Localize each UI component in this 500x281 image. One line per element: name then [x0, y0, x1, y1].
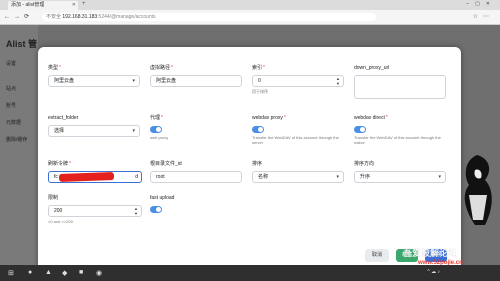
taskbar-app-icon[interactable]: ●: [28, 269, 32, 276]
stepper-icon[interactable]: ▲ ▼: [134, 206, 138, 216]
close-tab-icon[interactable]: ✕: [72, 1, 76, 10]
url-field[interactable]: 不安全 192.168.31.183:5244/@manage/accounts: [42, 13, 376, 21]
extract-folder-field: extract_folder 选择 ▾: [48, 115, 140, 137]
index-help: 用于排序: [252, 89, 268, 94]
order-by-label: 排序: [252, 161, 263, 167]
webdav-proxy-field: webdav proxy* Transfer the WebDAV of thi…: [252, 115, 344, 145]
refresh-token-label: 刷新令牌*: [48, 161, 71, 167]
system-tray-icons[interactable]: ^ ☁ ♪: [427, 269, 440, 275]
sidebar-item-cache[interactable]: 删除/缓存: [6, 136, 27, 143]
sidebar-item-metas[interactable]: 元数据: [6, 119, 21, 126]
order-by-select[interactable]: 名称 ▾: [252, 171, 344, 183]
redaction-mark: [58, 172, 115, 182]
virtual-path-field: 虚拟路径* 阿里云盘: [150, 65, 242, 87]
root-folder-field: 根目录文件_id root: [150, 161, 242, 183]
app-brand: Alist 管: [6, 39, 38, 49]
app-background: Alist 管 设置 站点 账号 元数据 删除/缓存 类型* 阿里云盘 ▾ 虚拟路…: [0, 25, 500, 271]
limit-help: >0 and <=200: [48, 219, 73, 224]
webdav-direct-field: webdav direct* Transfer the WebDAV of th…: [354, 115, 446, 145]
type-select[interactable]: 阿里云盘 ▾: [48, 75, 140, 87]
window-controls[interactable]: –▢✕: [466, 1, 496, 7]
webdav-proxy-label: webdav proxy*: [252, 115, 286, 121]
proxy-help: web proxy: [150, 135, 169, 140]
stepper-icon[interactable]: ▲ ▼: [336, 76, 340, 86]
refresh-token-input[interactable]: fc d: [48, 171, 142, 183]
fast-upload-field: fast upload: [150, 195, 242, 213]
extract-folder-label: extract_folder: [48, 115, 79, 121]
webdav-proxy-toggle[interactable]: [252, 126, 264, 133]
browser-toolbar-icons[interactable]: ☆⋯: [473, 13, 494, 20]
type-label: 类型*: [48, 65, 61, 71]
limit-field: 限制 200 ▲ ▼ >0 and <=200: [48, 195, 142, 224]
webdav-direct-label: webdav direct*: [354, 115, 388, 121]
browser-tab[interactable]: 添加 - alist管理 ✕: [8, 1, 78, 10]
start-icon[interactable]: ⊞: [8, 269, 14, 277]
proxy-field: 代理* web proxy: [150, 115, 242, 140]
virtual-path-label: 虚拟路径*: [150, 65, 173, 71]
browser-tabbar: 添加 - alist管理 ✕ + –▢✕: [0, 0, 500, 10]
sidebar-item-settings[interactable]: 设置: [6, 60, 16, 67]
type-field: 类型* 阿里云盘 ▾: [48, 65, 140, 87]
root-folder-label: 根目录文件_id: [150, 161, 182, 167]
sidebar: Alist 管 设置 站点 账号 元数据 删除/缓存: [0, 25, 38, 265]
watermark-text: 吾爱破解论坛: [403, 248, 458, 258]
taskbar-app-icon[interactable]: ■: [79, 269, 83, 276]
url-host: 192.168.31.183: [62, 14, 98, 20]
navigation-icons[interactable]: ←→⟳: [4, 13, 33, 20]
fast-upload-toggle[interactable]: [150, 206, 162, 213]
watermark-logo-figure: [464, 155, 492, 225]
url-warning: 不安全: [46, 14, 62, 20]
extract-folder-select[interactable]: 选择 ▾: [48, 125, 140, 137]
down-proxy-url-field: down_proxy_url: [354, 65, 446, 99]
index-field: 索引* 0 ▲ ▼ 用于排序: [252, 65, 344, 94]
index-label: 索引*: [252, 65, 265, 71]
address-bar: ←→⟳ 不安全 192.168.31.183:5244/@manage/acco…: [0, 10, 500, 25]
limit-label: 限制: [48, 195, 59, 201]
down-proxy-url-label: down_proxy_url: [354, 65, 390, 71]
url-path: :5244/@manage/accounts: [97, 14, 156, 20]
virtual-path-input[interactable]: 阿里云盘: [150, 75, 242, 87]
proxy-toggle[interactable]: [150, 126, 162, 133]
order-direction-select[interactable]: 升序 ▾: [354, 171, 446, 183]
chevron-down-icon: ▾: [132, 78, 135, 84]
fast-upload-label: fast upload: [150, 195, 175, 201]
limit-input[interactable]: 200 ▲ ▼: [48, 205, 142, 217]
down-proxy-url-textarea[interactable]: [354, 75, 446, 99]
refresh-token-field: 刷新令牌* fc d: [48, 161, 142, 183]
root-folder-input[interactable]: root: [150, 171, 242, 183]
taskbar-app-icon[interactable]: ◆: [62, 269, 67, 277]
chevron-down-icon: ▾: [336, 174, 339, 180]
taskbar-app-icon[interactable]: ▲: [45, 269, 52, 276]
index-input[interactable]: 0 ▲ ▼: [252, 75, 344, 87]
webdav-proxy-help: Transfer the WebDAV of this account thro…: [252, 135, 339, 145]
webdav-direct-toggle[interactable]: [354, 126, 366, 133]
taskbar: ⊞ ● ▲ ◆ ■ ◉ ^ ☁ ♪: [0, 265, 500, 281]
chevron-down-icon: ▾: [132, 128, 135, 134]
order-direction-label: 排序方向: [354, 161, 375, 167]
proxy-label: 代理*: [150, 115, 163, 121]
chevron-down-icon: ▾: [438, 174, 441, 180]
sidebar-item-accounts[interactable]: 账号: [6, 102, 16, 109]
new-tab-icon[interactable]: +: [82, 1, 86, 7]
browser-tab-title: 添加 - alist管理: [11, 2, 45, 8]
order-direction-field: 排序方向 升序 ▾: [354, 161, 446, 183]
add-account-modal: 类型* 阿里云盘 ▾ 虚拟路径* 阿里云盘 索引* 0 ▲ ▼ 用于排序 down_p…: [38, 47, 461, 271]
order-by-field: 排序 名称 ▾: [252, 161, 344, 183]
webdav-direct-help: Transfer the WebDAV of this account thro…: [354, 135, 441, 145]
cancel-button[interactable]: 取消: [365, 249, 389, 262]
taskbar-app-icon[interactable]: ◉: [96, 269, 102, 277]
sidebar-item-site[interactable]: 站点: [6, 85, 16, 92]
